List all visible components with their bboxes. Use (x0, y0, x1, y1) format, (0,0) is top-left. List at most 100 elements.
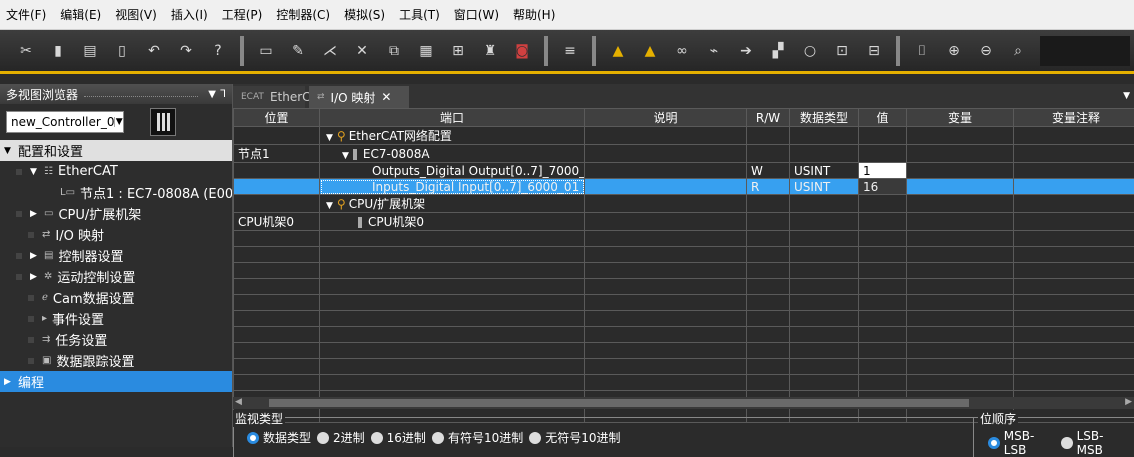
pin-icon[interactable]: ᒣ (220, 89, 226, 100)
value-cell[interactable] (859, 145, 907, 163)
description-cell[interactable] (585, 127, 747, 145)
expand-icon[interactable]: ▼ (326, 133, 333, 143)
table-row[interactable]: Outputs_Digital Output[0..7]_7000_01WUSI… (234, 163, 1134, 179)
table-row[interactable]: ▼⚲CPU/扩展机架 (234, 195, 1134, 213)
undo-icon[interactable]: ↶ (144, 41, 164, 61)
column-header[interactable]: 端口 (320, 109, 585, 127)
expand-icon[interactable]: ▶ (30, 209, 40, 219)
rw-cell[interactable]: R (747, 179, 790, 195)
description-cell[interactable] (585, 145, 747, 163)
radio-dot[interactable] (988, 437, 1000, 449)
rw-cell[interactable] (747, 213, 790, 231)
tree-item[interactable]: L▭节点1 : EC7-0808A (E00 (0, 182, 232, 203)
redo-icon[interactable]: ↷ (176, 41, 196, 61)
column-header[interactable]: 说明 (585, 109, 747, 127)
expand-icon[interactable]: ▶ (4, 377, 14, 387)
data-type-cell[interactable]: USINT (790, 179, 859, 195)
3d-icon[interactable]: ▭ (256, 41, 276, 61)
tree-item[interactable]: ▼配置和设置 (0, 140, 232, 161)
close-icon[interactable]: ✕ (381, 90, 391, 104)
column-header[interactable]: 变量注释 (1014, 109, 1134, 127)
tree-item[interactable]: ▶✲运动控制设置 (0, 266, 232, 287)
variable-comment-cell[interactable] (1014, 213, 1134, 231)
scroll-right-icon[interactable]: ▶ (1125, 397, 1132, 407)
monitor-type-radio[interactable]: 16进制 (371, 429, 426, 446)
cross-ref-icon[interactable]: ✕ (352, 41, 372, 61)
frame-icon[interactable]: ⌷ (912, 41, 932, 61)
value-cell[interactable] (859, 127, 907, 145)
tree-item[interactable]: ▶▭CPU/扩展机架 (0, 203, 232, 224)
variable-cell[interactable] (907, 163, 1014, 179)
menu-item[interactable]: 模拟(S) (344, 6, 385, 23)
position-cell[interactable] (234, 195, 320, 213)
expand-icon[interactable]: ▼ (342, 151, 349, 161)
radio-dot[interactable] (529, 432, 541, 444)
rw-cell[interactable] (747, 145, 790, 163)
data-type-cell[interactable] (790, 145, 859, 163)
expand-icon[interactable]: ▼ (326, 201, 333, 211)
table-row[interactable]: Inputs_Digital Input[0..7]_6000_01 RUSINT… (234, 179, 1134, 195)
table-row[interactable]: 节点1▼EC7-0808A (234, 145, 1134, 163)
data-type-cell[interactable] (790, 127, 859, 145)
online-icon[interactable]: ⊟ (864, 41, 884, 61)
menu-item[interactable]: 插入(I) (171, 6, 208, 23)
tab-list-dropdown-icon[interactable]: ▼ (1123, 91, 1134, 101)
table-row[interactable]: ▼⚲EtherCAT网络配置 (234, 127, 1134, 145)
port-cell[interactable]: Inputs_Digital Input[0..7]_6000_01 (320, 179, 585, 195)
variable-cell[interactable] (907, 145, 1014, 163)
zoom-reset-icon[interactable]: ⌕ (1008, 41, 1028, 61)
column-header[interactable]: 数据类型 (790, 109, 859, 127)
port-cell[interactable]: ▼⚲CPU/扩展机架 (320, 195, 585, 213)
zoom-in-icon[interactable]: ⊕ (944, 41, 964, 61)
variable-comment-cell[interactable] (1014, 195, 1134, 213)
warning-icon[interactable]: ▲ (608, 41, 628, 61)
description-cell[interactable] (585, 179, 747, 195)
monitor-icon[interactable]: ⊡ (832, 41, 852, 61)
tree-item[interactable]: ▶▤控制器设置 (0, 245, 232, 266)
menu-item[interactable]: 工具(T) (399, 6, 440, 23)
tree-item[interactable]: ⇄I/O 映射 (0, 224, 232, 245)
copy-icon[interactable]: ▮ (48, 41, 68, 61)
description-cell[interactable] (585, 213, 747, 231)
scroll-thumb[interactable] (269, 399, 969, 407)
port-cell[interactable]: ▼⚲EtherCAT网络配置 (320, 127, 585, 145)
monitor-type-radio[interactable]: 数据类型 (247, 429, 311, 446)
value-cell[interactable]: 1 (859, 163, 907, 179)
value-cell[interactable] (859, 195, 907, 213)
menu-item[interactable]: 编辑(E) (60, 6, 101, 23)
radio-dot[interactable] (1061, 437, 1073, 449)
description-cell[interactable] (585, 195, 747, 213)
monitor-type-radio[interactable]: 有符号10进制 (432, 429, 523, 446)
variable-comment-cell[interactable] (1014, 145, 1134, 163)
menu-item[interactable]: 控制器(C) (276, 6, 330, 23)
rw-cell[interactable] (747, 127, 790, 145)
scroll-left-icon[interactable]: ◀ (235, 397, 242, 407)
radio-dot[interactable] (371, 432, 383, 444)
transfer-icon[interactable]: ▞ (768, 41, 788, 61)
variable-cell[interactable] (907, 179, 1014, 195)
variable-cell[interactable] (907, 213, 1014, 231)
variable-comment-cell[interactable] (1014, 179, 1134, 195)
monitor-type-radio[interactable]: 2进制 (317, 429, 365, 446)
menu-item[interactable]: 视图(V) (115, 6, 157, 23)
stack-icon[interactable]: ≡ (560, 41, 580, 61)
delete-icon[interactable]: ▯ (112, 41, 132, 61)
horizontal-scrollbar[interactable]: ◀ ▶ (233, 397, 1134, 409)
data-type-cell[interactable]: USINT (790, 163, 859, 179)
tree-item[interactable]: ⇉任务设置 (0, 329, 232, 350)
bug-icon[interactable]: ◙ (512, 41, 532, 61)
find-icon[interactable]: ♜ (480, 41, 500, 61)
variable-cell[interactable] (907, 195, 1014, 213)
port-cell[interactable]: ▼EC7-0808A (320, 145, 585, 163)
edit-icon[interactable]: ✎ (288, 41, 308, 61)
column-header[interactable]: 变量 (907, 109, 1014, 127)
unlink-icon[interactable]: ⌁ (704, 41, 724, 61)
tab-ethercat[interactable]: ECATEtherCAT (233, 86, 305, 108)
variable-cell[interactable] (907, 127, 1014, 145)
tree-item[interactable]: ℯCam数据设置 (0, 287, 232, 308)
network-icon[interactable]: ⊞ (448, 41, 468, 61)
value-cell[interactable]: 16 (859, 179, 907, 195)
position-cell[interactable] (234, 163, 320, 179)
tab-io-map[interactable]: ⇄I/O 映射✕ (309, 86, 409, 108)
column-header[interactable]: 位置 (234, 109, 320, 127)
